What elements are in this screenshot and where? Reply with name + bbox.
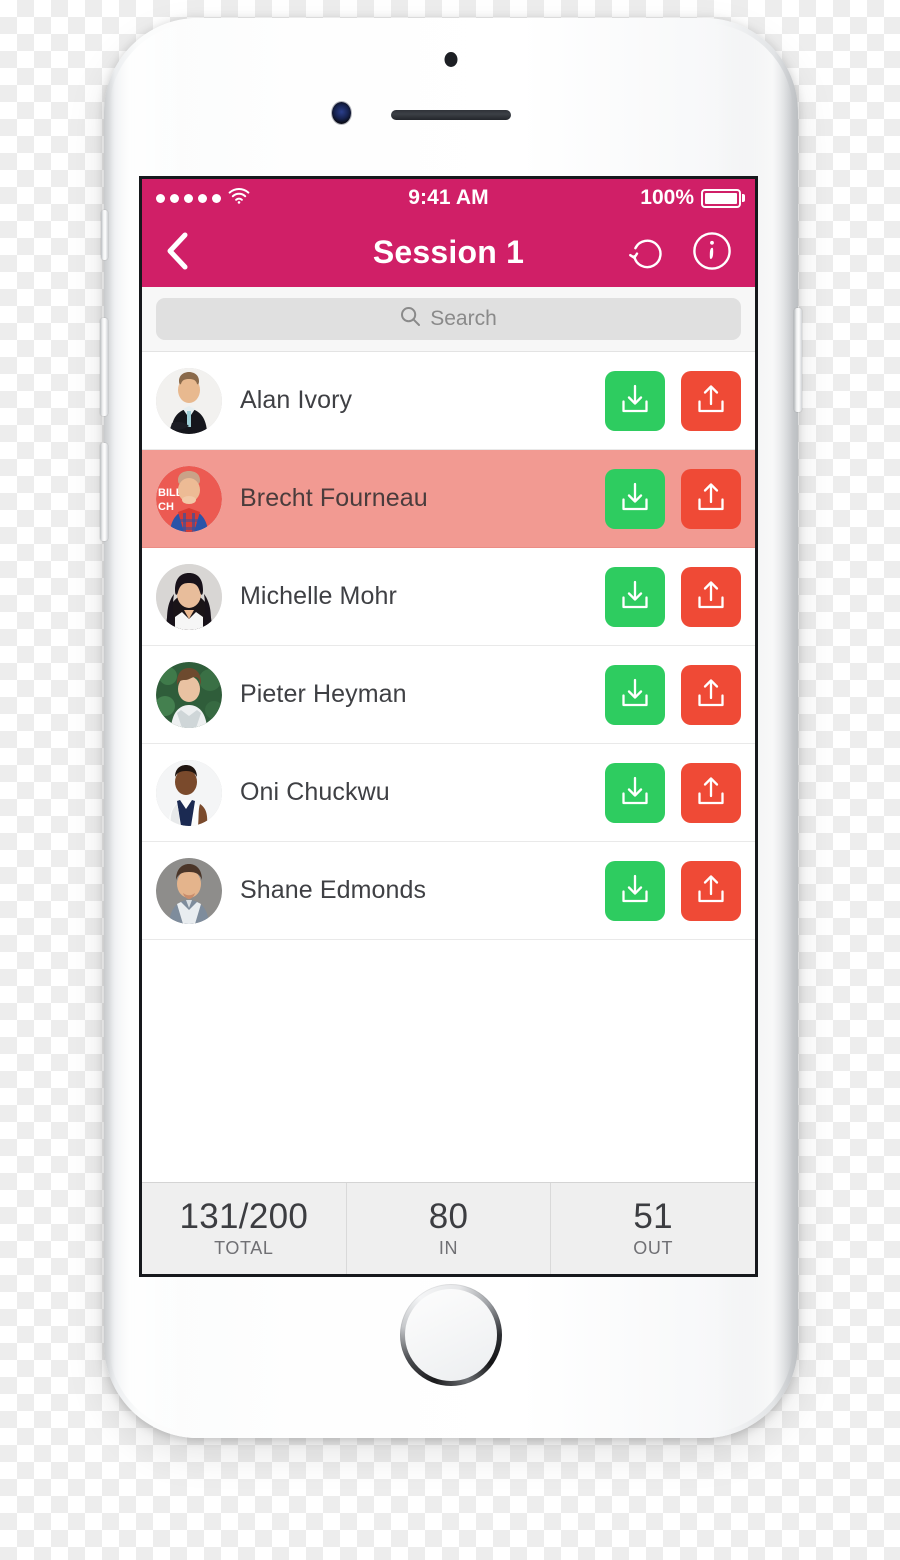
table-row[interactable]: BILE CH Brecht Fourneau bbox=[142, 450, 755, 548]
back-button[interactable] bbox=[164, 231, 190, 274]
stat-value: 51 bbox=[633, 1196, 673, 1236]
check-in-button[interactable] bbox=[605, 370, 665, 431]
avatar: BILE CH bbox=[156, 465, 222, 532]
stat-label: TOTAL bbox=[214, 1238, 274, 1259]
row-actions bbox=[605, 468, 741, 529]
earpiece-speaker-icon bbox=[391, 110, 511, 120]
row-actions bbox=[605, 860, 741, 921]
phone-device: 9:41 AM 100% Session 1 Search Alan Ivory… bbox=[100, 18, 802, 1438]
download-tray-icon bbox=[618, 480, 652, 517]
download-tray-icon bbox=[618, 578, 652, 615]
volume-up-button[interactable] bbox=[100, 318, 108, 416]
microphone-icon bbox=[444, 52, 458, 67]
chevron-left-icon bbox=[164, 231, 190, 274]
avatar bbox=[156, 857, 222, 924]
upload-tray-icon bbox=[694, 872, 728, 909]
front-camera-icon bbox=[332, 102, 351, 124]
check-in-button[interactable] bbox=[605, 468, 665, 529]
battery-full-icon bbox=[701, 188, 741, 208]
check-out-button[interactable] bbox=[681, 468, 741, 529]
download-tray-icon bbox=[618, 774, 652, 811]
upload-tray-icon bbox=[694, 676, 728, 713]
stat-total: 131/200 TOTAL bbox=[142, 1183, 347, 1274]
stat-value: 80 bbox=[428, 1196, 469, 1236]
row-actions bbox=[605, 370, 741, 431]
stat-out: 51 OUT bbox=[551, 1183, 755, 1274]
attendee-name: Alan Ivory bbox=[240, 386, 353, 414]
avatar bbox=[156, 563, 222, 630]
upload-tray-icon bbox=[694, 774, 728, 811]
avatar bbox=[156, 367, 222, 434]
nav-bar-actions bbox=[627, 230, 733, 275]
table-row[interactable]: Michelle Mohr bbox=[142, 548, 755, 646]
avatar bbox=[156, 661, 222, 728]
stat-label: IN bbox=[438, 1238, 459, 1259]
check-out-button[interactable] bbox=[681, 370, 741, 431]
avatar bbox=[156, 759, 222, 826]
undo-circle-icon bbox=[627, 230, 669, 275]
upload-tray-icon bbox=[694, 480, 728, 517]
search-bar: Search bbox=[142, 287, 755, 352]
check-in-button[interactable] bbox=[605, 860, 665, 921]
check-in-button[interactable] bbox=[605, 664, 665, 725]
check-out-button[interactable] bbox=[681, 762, 741, 823]
reset-button[interactable] bbox=[627, 230, 669, 275]
download-tray-icon bbox=[618, 872, 652, 909]
attendee-list[interactable]: Alan Ivory BILE CH Brecht Fourneau Miche… bbox=[142, 352, 755, 1182]
status-bar: 9:41 AM 100% bbox=[142, 179, 755, 217]
upload-tray-icon bbox=[694, 382, 728, 419]
home-button-icon[interactable] bbox=[400, 1284, 502, 1386]
search-input[interactable]: Search bbox=[156, 298, 741, 340]
attendee-name: Oni Chuckwu bbox=[240, 778, 390, 806]
table-row[interactable]: Alan Ivory bbox=[142, 352, 755, 450]
table-row[interactable]: Shane Edmonds bbox=[142, 842, 755, 940]
row-actions bbox=[605, 664, 741, 725]
check-out-button[interactable] bbox=[681, 860, 741, 921]
info-circle-icon bbox=[691, 230, 733, 275]
check-in-button[interactable] bbox=[605, 762, 665, 823]
check-in-button[interactable] bbox=[605, 566, 665, 627]
svg-text:CH: CH bbox=[158, 501, 174, 513]
download-tray-icon bbox=[618, 382, 652, 419]
search-placeholder: Search bbox=[430, 307, 497, 330]
volume-down-button[interactable] bbox=[100, 443, 108, 541]
attendee-name: Shane Edmonds bbox=[240, 876, 427, 904]
row-actions bbox=[605, 762, 741, 823]
search-icon bbox=[400, 306, 421, 333]
table-row[interactable]: Pieter Heyman bbox=[142, 646, 755, 744]
row-actions bbox=[605, 566, 741, 627]
info-button[interactable] bbox=[691, 230, 733, 275]
download-tray-icon bbox=[618, 676, 652, 713]
upload-tray-icon bbox=[694, 578, 728, 615]
phone-screen: 9:41 AM 100% Session 1 Search Alan Ivory… bbox=[142, 179, 755, 1274]
check-out-button[interactable] bbox=[681, 566, 741, 627]
attendee-name: Pieter Heyman bbox=[240, 680, 407, 708]
stat-value: 131/200 bbox=[179, 1196, 309, 1236]
power-button[interactable] bbox=[794, 308, 802, 412]
table-row[interactable]: Oni Chuckwu bbox=[142, 744, 755, 842]
check-out-button[interactable] bbox=[681, 664, 741, 725]
attendee-name: Brecht Fourneau bbox=[240, 484, 428, 512]
stat-label: OUT bbox=[633, 1238, 674, 1259]
silent-switch[interactable] bbox=[101, 210, 108, 260]
stats-bar: 131/200 TOTAL 80 IN 51 OUT bbox=[142, 1182, 755, 1274]
stat-in: 80 IN bbox=[347, 1183, 552, 1274]
nav-bar: Session 1 bbox=[142, 217, 755, 287]
status-bar-time: 9:41 AM bbox=[408, 186, 489, 209]
attendee-name: Michelle Mohr bbox=[240, 582, 397, 610]
